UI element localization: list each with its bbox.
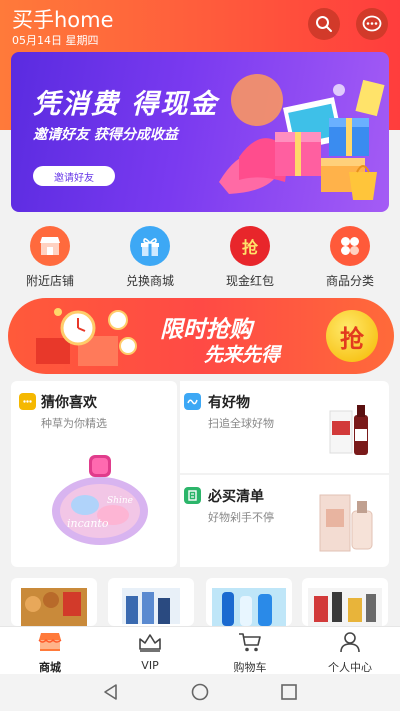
bottom-tab-bar: 商城 VIP 购物车 个人中心	[0, 626, 400, 675]
category-label: 兑换商城	[125, 274, 174, 288]
card-subtitle: 好物剁手不停	[208, 511, 274, 524]
promo-banner[interactable]: 凭消费 得现金 邀请好友 获得分成收益 邀请好友	[11, 52, 389, 212]
banner-title: 凭消费 得现金	[33, 89, 219, 120]
card-title: 有好物	[208, 395, 250, 411]
good-goods-card[interactable]: 有好物 扫追全球好物	[180, 381, 389, 473]
message-button[interactable]	[356, 8, 388, 40]
flash-sale-subtitle: 先来先得	[204, 344, 281, 366]
flash-sale-title: 限时抢购	[160, 317, 252, 343]
grab-badge[interactable]: 抢	[326, 310, 378, 362]
cart-icon	[239, 633, 261, 652]
card-title: 必买清单	[208, 489, 264, 505]
banner-subtitle: 邀请好友 获得分成收益	[33, 127, 178, 143]
category-label: 现金红包	[225, 274, 274, 288]
tab-label: 个人中心	[328, 661, 372, 674]
clock-illustration	[36, 308, 137, 366]
svg-text:incanto: incanto	[67, 517, 109, 530]
product-bottles-image	[329, 405, 368, 455]
category-row: 附近店铺 兑换商城 抢 现金红包 商品分类	[0, 222, 400, 292]
category-product-classification[interactable]: 商品分类	[300, 222, 400, 289]
app-title: 买手home	[12, 8, 114, 32]
tab-label: 购物车	[233, 661, 267, 674]
red-packet-icon: 抢	[230, 226, 270, 266]
category-label: 附近店铺	[25, 274, 74, 288]
perfume-bottle-image: incanto Shine	[52, 455, 148, 545]
date-label: 05月14日 星期四	[12, 34, 99, 47]
must-buy-list-card[interactable]: 必买清单 好物剁手不停	[180, 475, 389, 567]
guess-you-like-card[interactable]: 猜你喜欢 种草为你精选 incanto Shine	[11, 381, 177, 567]
shop-icon	[38, 633, 62, 651]
product-thumbnail[interactable]	[302, 578, 388, 626]
chat-bubble-icon	[362, 15, 382, 32]
tab-profile[interactable]: 个人中心	[300, 631, 400, 675]
category-icon	[330, 226, 370, 266]
product-thumbnail[interactable]	[108, 578, 194, 626]
back-icon[interactable]	[101, 682, 121, 702]
tab-label: VIP	[141, 659, 159, 672]
store-icon	[30, 226, 70, 266]
user-icon	[340, 632, 360, 653]
product-thumbnail-strip	[0, 576, 400, 626]
category-nearby-stores[interactable]: 附近店铺	[0, 222, 100, 289]
card-title: 猜你喜欢	[41, 395, 97, 411]
search-button[interactable]	[308, 8, 340, 40]
tab-vip[interactable]: VIP	[100, 631, 200, 672]
gift-icon	[130, 226, 170, 266]
cosmetics-box-image	[319, 494, 373, 552]
crown-icon	[139, 634, 161, 652]
flash-sale-banner[interactable]: 限时抢购 先来先得 抢	[8, 298, 394, 374]
category-cash-red-packet[interactable]: 抢 现金红包	[200, 222, 300, 289]
card-subtitle: 种草为你精选	[41, 417, 107, 430]
tab-mall[interactable]: 商城	[0, 631, 100, 675]
svg-text:Shine: Shine	[107, 496, 133, 506]
product-thumbnail[interactable]	[11, 578, 97, 626]
wave-icon	[184, 393, 201, 410]
category-label: 商品分类	[325, 274, 374, 288]
invite-friends-button[interactable]: 邀请好友	[33, 166, 115, 186]
chat-icon	[19, 393, 36, 410]
home-icon[interactable]	[190, 682, 210, 702]
product-thumbnail[interactable]	[206, 578, 292, 626]
category-exchange-mall[interactable]: 兑换商城	[100, 222, 200, 289]
search-icon	[316, 16, 332, 32]
tab-label: 商城	[39, 661, 61, 674]
system-navigation-bar	[0, 674, 400, 711]
tab-cart[interactable]: 购物车	[200, 631, 300, 675]
list-icon	[184, 487, 201, 504]
card-subtitle: 扫追全球好物	[208, 417, 274, 430]
gift-illustration	[219, 74, 385, 200]
recent-apps-icon[interactable]	[279, 682, 299, 702]
